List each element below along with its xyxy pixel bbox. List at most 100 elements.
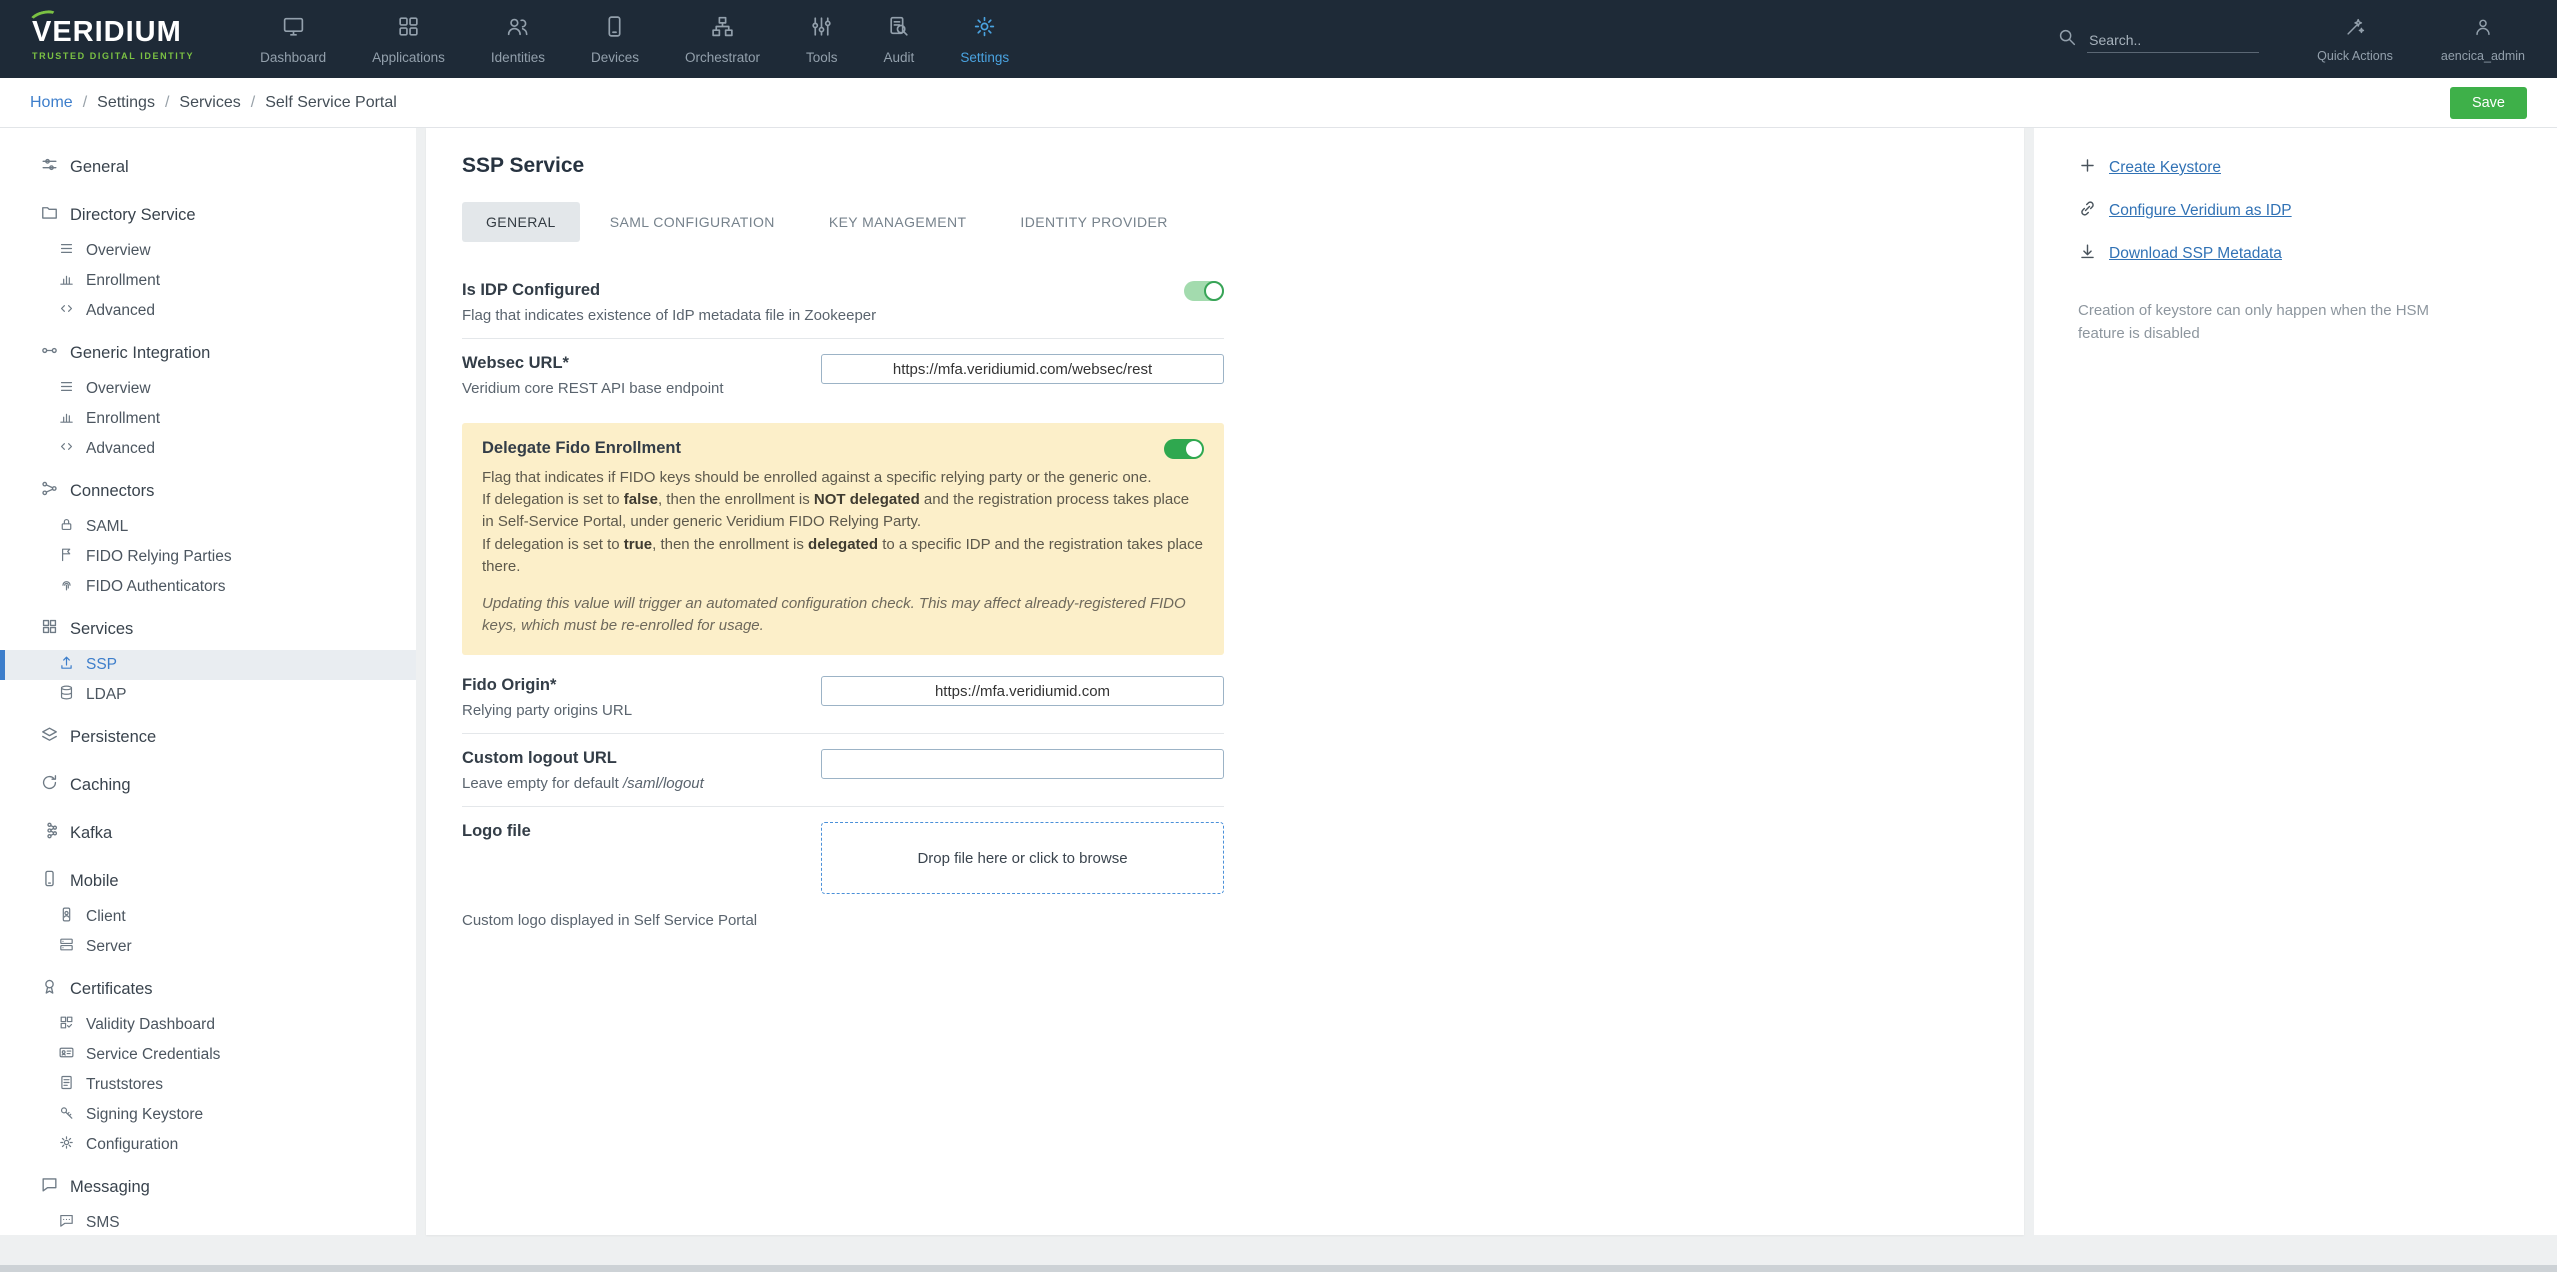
tab-saml-configuration[interactable]: SAML CONFIGURATION [586, 202, 799, 242]
sidebar-item-messaging[interactable]: Messaging [0, 1166, 416, 1208]
user-menu[interactable]: aencica_admin [2441, 16, 2525, 63]
sidebar-item-server[interactable]: Server [0, 932, 416, 962]
gear-icon [58, 1134, 75, 1156]
cluster-icon [40, 821, 59, 845]
veridium-admin-app: VERIDIUM TRUSTED DIGITAL IDENTITY Dashbo… [0, 0, 2557, 1272]
nav-devices[interactable]: Devices [591, 14, 639, 65]
search-input[interactable] [2087, 27, 2260, 53]
nav-orchestrator[interactable]: Orchestrator [685, 14, 760, 65]
certificate-icon [40, 977, 59, 1001]
sidebar-item-certificates[interactable]: Certificates [0, 968, 416, 1010]
nav-applications[interactable]: Applications [372, 14, 445, 65]
sidebar-item-enrollment-gi[interactable]: Enrollment [0, 404, 416, 434]
code-icon [58, 438, 75, 460]
sidebar-item-fido-authenticators[interactable]: FIDO Authenticators [0, 572, 416, 602]
document-icon [58, 1074, 75, 1096]
tab-key-management[interactable]: KEY MANAGEMENT [805, 202, 991, 242]
identities-icon [505, 14, 530, 44]
settings-gear-icon [972, 14, 997, 44]
sidebar-item-directory-service[interactable]: Directory Service [0, 194, 416, 236]
orchestrator-icon [710, 14, 735, 44]
tab-general[interactable]: GENERAL [462, 202, 580, 242]
breadcrumb-separator: / [250, 93, 256, 111]
top-bar: VERIDIUM TRUSTED DIGITAL IDENTITY Dashbo… [0, 0, 2557, 78]
client-icon [58, 906, 75, 928]
sidebar-item-validity-dashboard[interactable]: Validity Dashboard [0, 1010, 416, 1040]
custom-logout-url-row: Custom logout URL Leave empty for defaul… [462, 733, 1224, 806]
sidebar-item-general[interactable]: General [0, 146, 416, 188]
sidebar-item-truststores[interactable]: Truststores [0, 1070, 416, 1100]
websec-url-label: Websec URL* [462, 354, 569, 372]
download-ssp-metadata-link[interactable]: Download SSP Metadata [2078, 242, 2517, 266]
flag-icon [58, 546, 75, 568]
link-icon [2078, 199, 2097, 223]
create-keystore-link[interactable]: Create Keystore [2078, 156, 2517, 180]
logo-file-desc: Custom logo displayed in Self Service Po… [462, 912, 758, 930]
custom-logout-url-label: Custom logout URL [462, 749, 617, 768]
general-form: Is IDP Configured Flag that indicates ex… [462, 266, 1224, 929]
window-bottom-edge [0, 1265, 2557, 1272]
key-icon [58, 1104, 75, 1126]
configure-veridium-as-idp-link[interactable]: Configure Veridium as IDP [2078, 199, 2517, 223]
upload-icon [58, 654, 75, 676]
delegate-desc-line3: If delegation is set to true, then the e… [482, 535, 1203, 575]
devices-icon [602, 14, 627, 44]
ssp-tabs: GENERAL SAML CONFIGURATION KEY MANAGEMEN… [462, 202, 1988, 242]
settings-sidebar: General Directory Service Overview Enrol… [0, 128, 416, 1235]
tab-identity-provider[interactable]: IDENTITY PROVIDER [996, 202, 1191, 242]
delegate-desc-line1: Flag that indicates if FIDO keys should … [482, 469, 1152, 486]
sidebar-item-kafka[interactable]: Kafka [0, 812, 416, 854]
sidebar-item-signing-keystore[interactable]: Signing Keystore [0, 1100, 416, 1130]
quick-actions-button[interactable]: Quick Actions [2317, 16, 2393, 63]
sidebar-item-sms[interactable]: SMS [0, 1208, 416, 1235]
veridium-logo[interactable]: VERIDIUM TRUSTED DIGITAL IDENTITY [27, 7, 195, 61]
is-idp-configured-toggle[interactable] [1184, 281, 1224, 301]
logo-title: VERIDIUM [32, 15, 182, 48]
nav-tools[interactable]: Tools [806, 14, 838, 65]
sidebar-item-ssp[interactable]: SSP [0, 650, 416, 680]
fido-origin-input[interactable] [821, 676, 1224, 707]
nav-identities[interactable]: Identities [491, 14, 545, 65]
is-idp-configured-label: Is IDP Configured [462, 281, 601, 299]
breadcrumb-separator: / [82, 93, 88, 111]
sidebar-item-configuration[interactable]: Configuration [0, 1130, 416, 1160]
breadcrumb-settings[interactable]: Settings [97, 94, 155, 112]
websec-url-input[interactable] [821, 354, 1224, 384]
tools-icon [809, 14, 834, 44]
save-button[interactable]: Save [2449, 86, 2527, 119]
sidebar-item-mobile[interactable]: Mobile [0, 860, 416, 902]
sidebar-item-generic-integration[interactable]: Generic Integration [0, 332, 416, 374]
bar-chart-icon [58, 408, 75, 430]
delegate-warning-note: Updating this value will trigger an auto… [482, 594, 1186, 635]
sidebar-item-fido-relying-parties[interactable]: FIDO Relying Parties [0, 542, 416, 572]
breadcrumb-services[interactable]: Services [179, 94, 240, 112]
sidebar-item-advanced-gi[interactable]: Advanced [0, 434, 416, 464]
sidebar-item-overview-ds[interactable]: Overview [0, 236, 416, 266]
sidebar-item-saml[interactable]: SAML [0, 512, 416, 542]
fido-origin-label: Fido Origin* [462, 676, 557, 695]
username-label: aencica_admin [2440, 48, 2525, 63]
sidebar-item-overview-gi[interactable]: Overview [0, 374, 416, 404]
sidebar-item-client[interactable]: Client [0, 902, 416, 932]
custom-logout-url-input[interactable] [821, 749, 1224, 780]
sidebar-item-connectors[interactable]: Connectors [0, 470, 416, 512]
ssp-service-panel: SSP Service GENERAL SAML CONFIGURATION K… [426, 128, 2024, 1235]
sidebar-item-persistence[interactable]: Persistence [0, 716, 416, 758]
content-area: General Directory Service Overview Enrol… [0, 128, 2557, 1272]
nav-audit[interactable]: Audit [884, 14, 914, 65]
sidebar-item-caching[interactable]: Caching [0, 764, 416, 806]
logo-tagline: TRUSTED DIGITAL IDENTITY [32, 50, 195, 61]
websec-url-row: Websec URL* Veridium core REST API base … [462, 338, 1224, 411]
logo-file-dropzone[interactable]: Drop file here or click to browse [821, 822, 1224, 895]
sidebar-item-enrollment-ds[interactable]: Enrollment [0, 266, 416, 296]
sidebar-item-advanced-ds[interactable]: Advanced [0, 296, 416, 326]
nav-dashboard[interactable]: Dashboard [260, 14, 326, 65]
sidebar-item-service-credentials[interactable]: Service Credentials [0, 1040, 416, 1070]
sidebar-item-ldap[interactable]: LDAP [0, 680, 416, 710]
breadcrumb-home[interactable]: Home [30, 94, 73, 112]
nav-settings[interactable]: Settings [960, 14, 1009, 65]
delegate-fido-enrollment-toggle[interactable] [1164, 439, 1204, 459]
download-icon [2078, 242, 2097, 266]
sidebar-item-services[interactable]: Services [0, 608, 416, 650]
folder-icon [40, 203, 59, 227]
